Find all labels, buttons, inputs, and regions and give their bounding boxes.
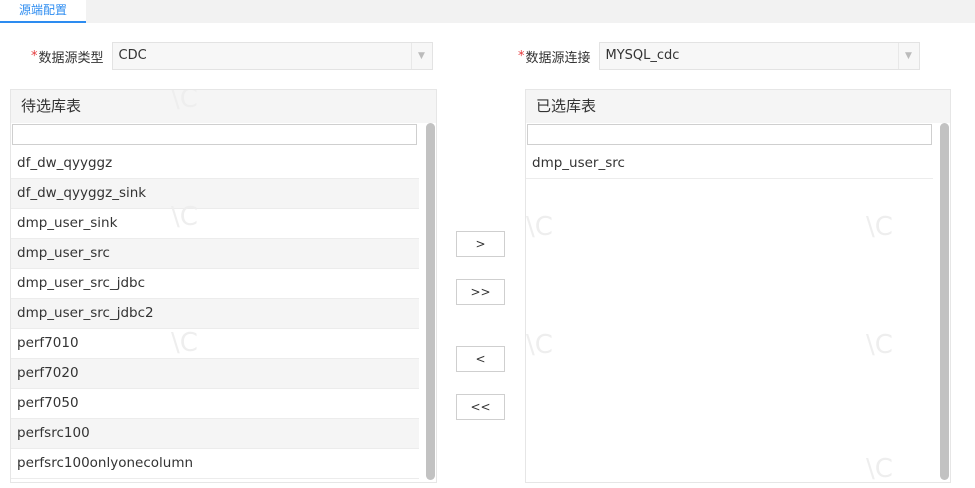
watermark: \C: [171, 328, 198, 358]
source-connection-label: 数据源连接: [525, 50, 591, 66]
source-type-value: CDC: [118, 48, 147, 63]
selected-tables-title: 已选库表: [526, 90, 950, 123]
move-all-left-button[interactable]: <<: [456, 394, 505, 420]
list-item[interactable]: dmp_user_sink: [11, 209, 419, 239]
watermark: \C: [866, 454, 893, 483]
source-type-select[interactable]: CDC ▼: [111, 42, 433, 70]
chevron-down-icon[interactable]: ▼: [410, 43, 432, 69]
chevron-down-icon[interactable]: ▼: [897, 43, 919, 69]
required-mark: *: [518, 48, 525, 64]
pending-tables-panel: 待选库表 df_dw_qyyggz df_dw_qyyggz_sink dmp_us…: [10, 89, 437, 483]
list-item[interactable]: perf7050: [11, 389, 419, 419]
list-item[interactable]: perf7010: [11, 329, 419, 359]
list-item[interactable]: perfsrc100: [11, 419, 419, 449]
selected-tables-list: dmp_user_src: [526, 149, 933, 179]
pending-tables-list: df_dw_qyyggz df_dw_qyyggz_sink dmp_user_si…: [11, 149, 419, 479]
tab-bar: 源端配置: [0, 0, 975, 23]
list-item[interactable]: dmp_user_src_jdbc2: [11, 299, 419, 329]
move-right-button[interactable]: >: [456, 231, 505, 257]
source-type-field: * 数据源类型 CDC ▼: [31, 42, 433, 70]
source-type-label: 数据源类型: [38, 50, 104, 66]
selected-search-input[interactable]: [527, 124, 932, 145]
move-all-right-button[interactable]: >>: [456, 279, 505, 305]
pending-tables-title: 待选库表: [11, 90, 436, 123]
watermark: \C: [866, 212, 893, 242]
source-connection-field: * 数据源连接 MYSQL_cdc ▼: [518, 42, 920, 70]
tab-source-config[interactable]: 源端配置: [0, 0, 86, 23]
required-mark: *: [31, 48, 38, 64]
list-item[interactable]: df_dw_qyyggz_sink: [11, 179, 419, 209]
watermark: \C: [171, 89, 198, 114]
selected-tables-panel: 已选库表 dmp_user_src \C \C \C \C \C: [525, 89, 951, 483]
selected-scrollbar[interactable]: [940, 123, 949, 480]
list-item[interactable]: dmp_user_src: [11, 239, 419, 269]
source-connection-select[interactable]: MYSQL_cdc ▼: [598, 42, 920, 70]
list-item[interactable]: dmp_user_src_jdbc: [11, 269, 419, 299]
watermark: \C: [171, 202, 198, 232]
watermark: \C: [526, 212, 553, 242]
list-item[interactable]: dmp_user_src: [526, 149, 933, 179]
watermark: \C: [866, 330, 893, 360]
move-left-button[interactable]: <: [456, 346, 505, 372]
source-connection-value: MYSQL_cdc: [605, 48, 680, 63]
list-item[interactable]: df_dw_qyyggz: [11, 149, 419, 179]
watermark: \C: [526, 330, 553, 360]
pending-scrollbar[interactable]: [426, 123, 435, 480]
pending-search-input[interactable]: [12, 124, 417, 145]
list-item[interactable]: perfsrc100onlyonecolumn: [11, 449, 419, 479]
list-item[interactable]: perf7020: [11, 359, 419, 389]
